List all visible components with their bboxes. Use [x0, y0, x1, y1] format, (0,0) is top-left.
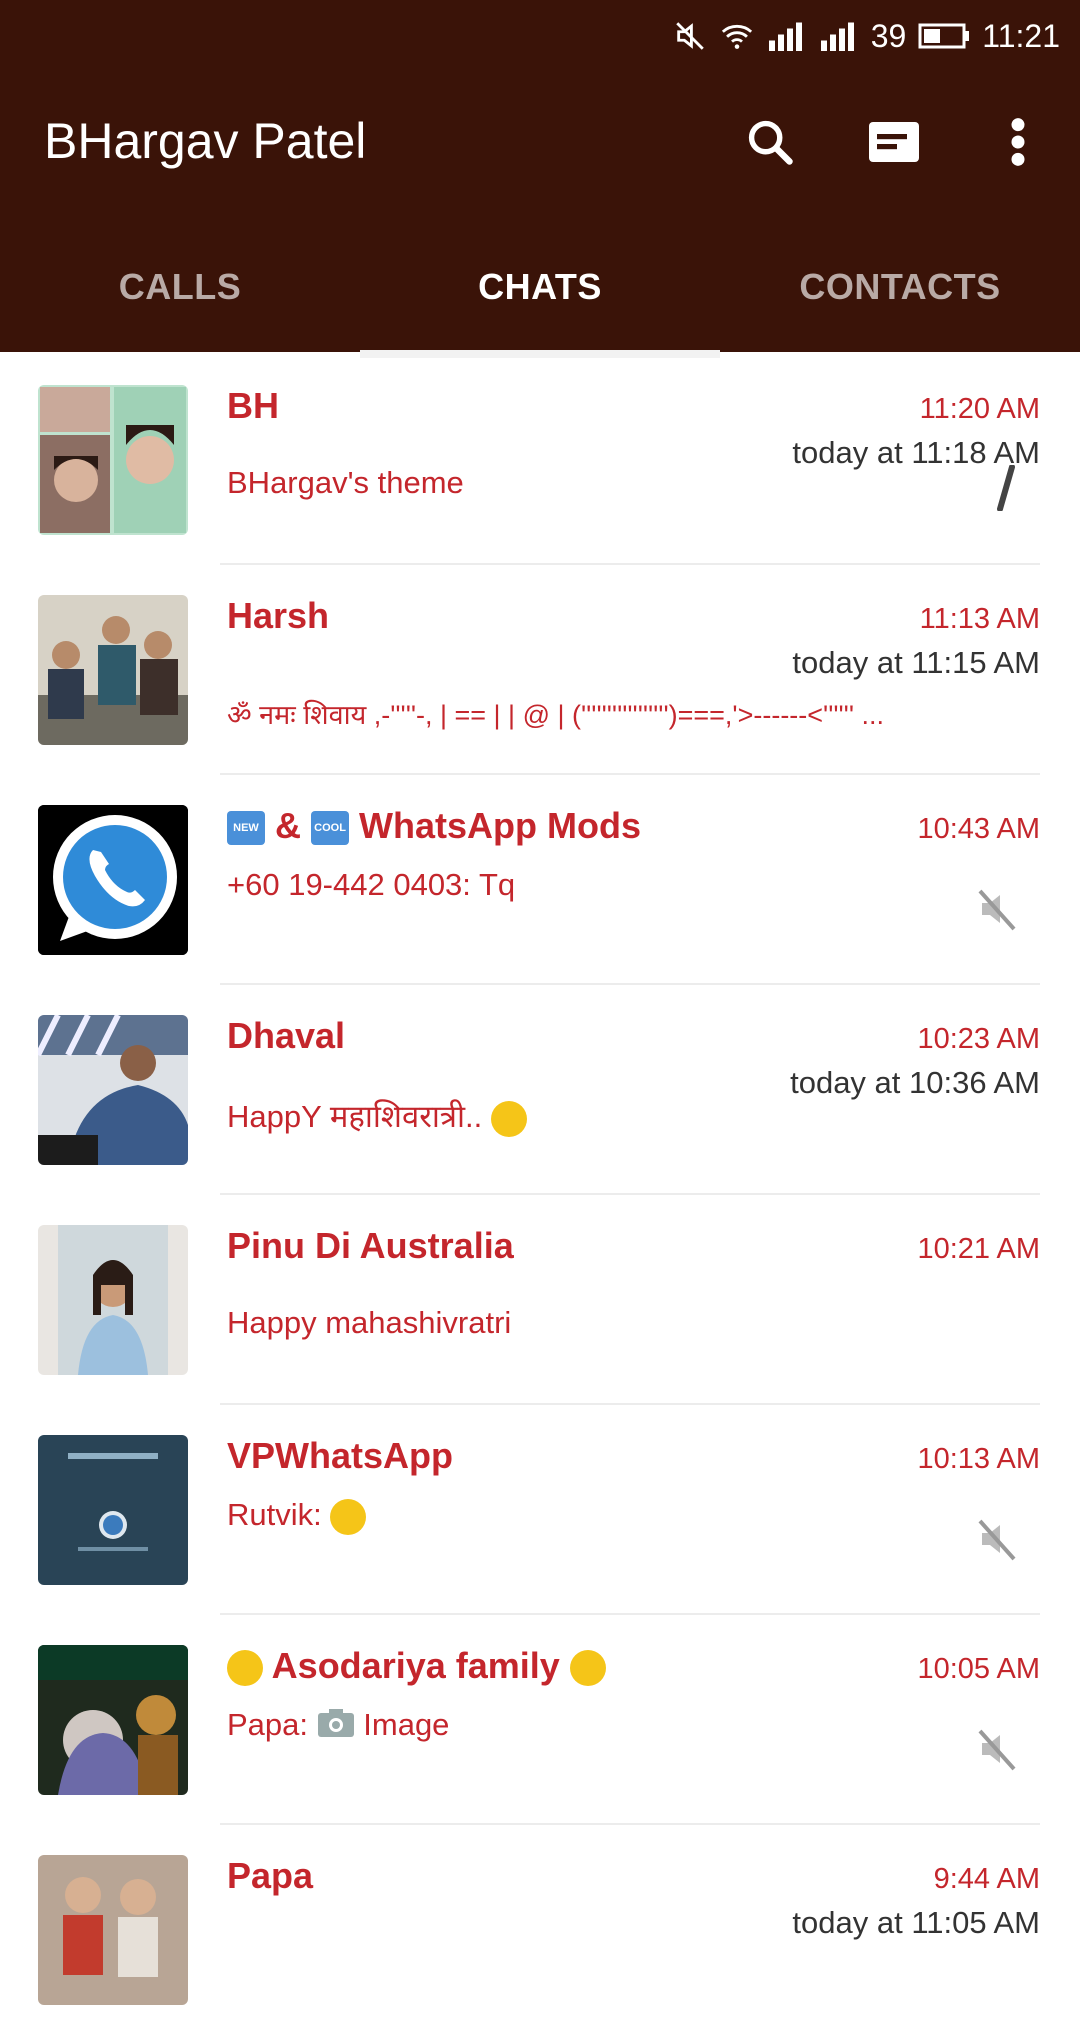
mute-status-icon	[673, 19, 707, 53]
chat-time: 10:21 AM	[917, 1233, 1040, 1265]
avatar	[38, 1855, 188, 2005]
chat-row-harsh[interactable]: Harsh 11:13 AM today at 11:15 AM ॐ नमः श…	[0, 565, 1080, 775]
name-separator: &	[275, 805, 302, 846]
avatar	[38, 1015, 188, 1165]
chat-preview: Image	[363, 1707, 450, 1742]
tab-bar: CALLS CHATS CONTACTS	[0, 250, 1080, 358]
muted-icon	[974, 1515, 1022, 1563]
message-icon	[869, 122, 919, 162]
chat-name: Asodariya family	[271, 1645, 560, 1686]
chat-time: 10:13 AM	[917, 1443, 1040, 1475]
chat-name: Papa	[227, 1855, 314, 1896]
chat-preview-group: HappY महाशिवरात्री..	[227, 1095, 1027, 1137]
avatar	[38, 805, 188, 955]
chat-row-whatsapp-mods[interactable]: NEW & COOL WhatsApp Mods 10:43 AM +60 19…	[0, 775, 1080, 985]
chat-list: BH 11:20 AM today at 11:18 AM BHargav's …	[0, 355, 1080, 2035]
chat-preview-group: Rutvik:	[227, 1497, 1027, 1535]
chat-row-asodariya-family[interactable]: Asodariya family 10:05 AM Papa: Image	[0, 1615, 1080, 1825]
last-seen: today at 11:05 AM	[792, 1905, 1040, 1940]
tab-chats[interactable]: CHATS	[360, 250, 720, 358]
avatar	[38, 1435, 188, 1585]
chat-name: Dhaval	[227, 1015, 346, 1056]
tab-contacts[interactable]: CONTACTS	[720, 250, 1080, 350]
chat-time: 10:23 AM	[917, 1023, 1040, 1055]
grin-emoji-icon	[569, 1650, 606, 1687]
app-title: BHargav Patel	[44, 113, 367, 169]
wifi-icon	[719, 19, 755, 53]
cool-badge: COOL	[311, 811, 350, 846]
new-badge: NEW	[227, 811, 265, 846]
chat-preview: +60 19-442 0403: Tq	[227, 867, 516, 902]
camera-icon	[317, 1708, 355, 1746]
avatar	[38, 1645, 188, 1795]
overflow-menu-button[interactable]	[986, 110, 1050, 174]
pencil-icon	[994, 464, 1018, 516]
chat-row-papa[interactable]: Papa 9:44 AM today at 11:05 AM	[0, 1825, 1080, 2035]
chat-time: 11:20 AM	[919, 393, 1040, 425]
blush-emoji-icon	[490, 1100, 527, 1137]
chat-name: Pinu Di Australia	[227, 1225, 514, 1266]
chat-preview-group: Papa: Image	[227, 1707, 1027, 1746]
chat-preview: HappY महाशिवरात्री..	[227, 1099, 483, 1134]
avatar	[38, 1225, 188, 1375]
chat-preview: Happy mahashivratri	[227, 1305, 512, 1340]
chat-preview: Rutvik:	[227, 1497, 322, 1532]
chat-time: 10:05 AM	[917, 1653, 1040, 1685]
chat-preview: BHargav's theme	[227, 465, 464, 500]
chat-preview-sender: Papa:	[227, 1707, 309, 1742]
chat-preview: ॐ नमः शिवाय ,-'''''-, | == | | @ | (''''…	[227, 700, 884, 730]
chat-name: VPWhatsApp	[227, 1435, 454, 1476]
tab-calls[interactable]: CALLS	[0, 250, 360, 350]
chat-row-bh[interactable]: BH 11:20 AM today at 11:18 AM BHargav's …	[0, 355, 1080, 565]
muted-icon	[974, 1725, 1022, 1773]
chat-name-group: Asodariya family	[227, 1645, 606, 1687]
muted-icon	[974, 885, 1022, 933]
grin-emoji-icon	[227, 1650, 263, 1687]
relieved-emoji-icon	[330, 1498, 367, 1535]
more-vertical-icon	[1011, 118, 1025, 166]
signal-icon-2	[819, 21, 859, 51]
chat-time: 10:43 AM	[917, 813, 1040, 845]
battery-icon	[918, 22, 970, 50]
avatar	[38, 385, 188, 535]
new-chat-button[interactable]	[862, 110, 926, 174]
search-icon	[748, 120, 793, 165]
chat-name: BH	[227, 385, 279, 426]
signal-icon	[767, 21, 807, 51]
avatar	[38, 595, 188, 745]
toolbar-actions	[738, 110, 1050, 174]
last-seen: today at 11:15 AM	[792, 645, 1040, 680]
status-bar: 39 11:21	[673, 10, 1060, 62]
chat-time: 9:44 AM	[933, 1863, 1040, 1895]
chat-time: 11:13 AM	[919, 603, 1040, 635]
search-button[interactable]	[738, 110, 802, 174]
status-time: 11:21	[982, 17, 1060, 54]
chat-name: Harsh	[227, 595, 330, 636]
chat-row-dhaval[interactable]: Dhaval 10:23 AM today at 10:36 AM HappY …	[0, 985, 1080, 1195]
app-bar: 39 11:21 BHargav Patel CALLS CHATS CONTA…	[0, 0, 1080, 358]
battery-level: 39	[870, 17, 907, 54]
chat-name-group: NEW & COOL WhatsApp Mods	[227, 805, 641, 847]
chat-row-pinu-di-australia[interactable]: Pinu Di Australia 10:21 AM Happy mahashi…	[0, 1195, 1080, 1405]
chat-name: WhatsApp Mods	[359, 805, 642, 846]
chat-row-vpwhatsapp[interactable]: VPWhatsApp 10:13 AM Rutvik:	[0, 1405, 1080, 1615]
